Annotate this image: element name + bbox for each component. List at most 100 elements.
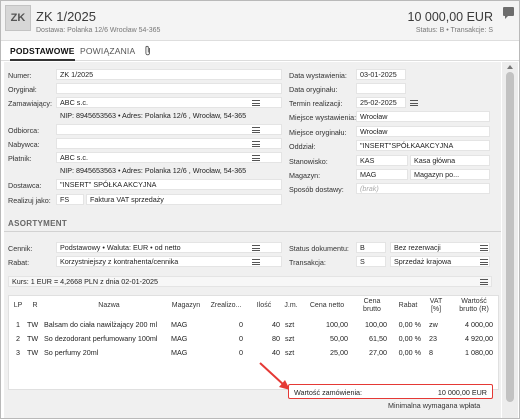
table-row[interactable]: 2 TW So dezodorant perfumowany 100ml MAG… (9, 332, 498, 345)
col-nazwa[interactable]: Nazwa (49, 302, 169, 310)
sposob-dostawy-placeholder: (brak) (360, 184, 379, 193)
col-rabat[interactable]: Rabat (393, 302, 423, 310)
oddzial-label: Oddział: (289, 142, 316, 151)
magazyn-code-field[interactable]: MAG (356, 169, 408, 180)
document-header: ZK ZK 1/2025 Dostawa: Polanka 12/6 Wrocł… (1, 1, 519, 41)
form-content: Numer: ZK 1/2025 Oryginał: Zamawiający: … (4, 62, 501, 418)
tab-powiazania[interactable]: POWIĄZANIA (80, 46, 135, 56)
col-jm[interactable]: J.m. (283, 302, 299, 310)
cell-zrealizowano: 0 (239, 348, 243, 357)
col-magazyn[interactable]: Magazyn (169, 302, 203, 310)
stanowisko-field[interactable]: Kasa główna (410, 155, 490, 166)
dostawca-field[interactable]: "INSERT" SPÓŁKA AKCYJNA (56, 179, 282, 190)
rabat-field[interactable]: Korzystniejszy z kontrahenta/cennika (56, 256, 282, 267)
cennik-field[interactable]: Podstawowy • Waluta: EUR • od netto (56, 242, 282, 253)
odbiorca-menu-icon[interactable] (252, 127, 260, 133)
cell-magazyn: MAG (171, 348, 188, 357)
cell-wartosc-brutto: 4 920,00 (465, 334, 493, 343)
cennik-menu-icon[interactable] (252, 245, 260, 251)
magazyn-field[interactable]: Magazyn po... (410, 169, 490, 180)
nabywca-field[interactable] (56, 138, 282, 149)
table-row[interactable]: 1 TW Balsam do ciała nawilżający 200 ml … (9, 318, 498, 331)
rabat-menu-icon[interactable] (252, 259, 260, 265)
col-wartosc-brutto[interactable]: Wartość brutto (R) (453, 298, 495, 314)
transakcja-menu-icon[interactable] (480, 259, 488, 265)
attachment-icon[interactable] (144, 45, 152, 56)
order-value-summary: Wartość zamówienia: 10 000,00 EUR (288, 384, 493, 399)
termin-realizacji-label: Termin realizacji: (289, 99, 343, 108)
zamawiajacy-label: Zamawiający: (8, 99, 52, 108)
zamawiajacy-detail: NIP: 8945653563 • Adres: Polanka 12/6 , … (60, 111, 247, 120)
numer-field[interactable]: ZK 1/2025 (56, 69, 282, 80)
data-oryginalu-field[interactable] (356, 83, 406, 94)
cell-cena-netto: 25,00 (330, 348, 348, 357)
cell-vat: 8 (429, 348, 433, 357)
kurs-field[interactable]: Kurs: 1 EUR = 4,2668 PLN z dnia 02-01-20… (8, 276, 492, 287)
cell-vat: 23 (429, 334, 437, 343)
status-dokumentu-menu-icon[interactable] (480, 245, 488, 251)
platnik-menu-icon[interactable] (252, 155, 260, 161)
cell-rabat: 0,00 % (398, 348, 421, 357)
realizuj-field[interactable]: Faktura VAT sprzedaży (86, 194, 282, 205)
vertical-scrollbar[interactable] (502, 62, 518, 418)
cell-cena-brutto: 27,00 (369, 348, 387, 357)
cell-wartosc-brutto: 4 000,00 (465, 320, 493, 329)
tab-podstawowe[interactable]: PODSTAWOWE (10, 46, 75, 61)
col-vat[interactable]: VAT [%] (427, 298, 445, 314)
zamawiajacy-menu-icon[interactable] (252, 100, 260, 106)
oddzial-field[interactable]: "INSERT"SPÓŁKAAKCYJNA (356, 140, 490, 151)
col-r[interactable]: R (28, 302, 42, 310)
cell-zrealizowano: 0 (239, 320, 243, 329)
cell-r: TW (27, 334, 39, 343)
col-zrealizowano[interactable]: Zrealizo... (207, 302, 245, 310)
miejsce-wystawienia-label: Miejsce wystawienia: (289, 113, 357, 122)
realizuj-code-field[interactable]: FS (56, 194, 84, 205)
termin-realizacji-menu-icon[interactable] (410, 100, 418, 106)
cell-jm: szt (285, 320, 295, 329)
data-wystawienia-field[interactable]: 03-01-2025 (356, 69, 406, 80)
miejsce-oryginalu-label: Miejsce oryginału: (289, 128, 347, 137)
comment-icon[interactable] (503, 7, 514, 19)
realizuj-label: Realizuj jako: (8, 196, 51, 205)
cell-r: TW (27, 348, 39, 357)
status-dokumentu-label: Status dokumentu: (289, 244, 349, 253)
miejsce-wystawienia-field[interactable]: Wrocław (356, 111, 490, 122)
platnik-field[interactable]: ABC s.c. (56, 152, 282, 163)
miejsce-oryginalu-field[interactable]: Wrocław (356, 126, 490, 137)
magazyn-label: Magazyn: (289, 171, 321, 180)
cell-jm: szt (285, 334, 295, 343)
cell-magazyn: MAG (171, 334, 188, 343)
tab-bar: PODSTAWOWE POWIĄZANIA (1, 42, 519, 61)
transakcja-code-field[interactable]: S (356, 256, 386, 267)
col-cena-netto[interactable]: Cena netto (305, 302, 349, 310)
col-cena-brutto[interactable]: Cena brutto (355, 298, 389, 314)
transakcja-label: Transakcja: (289, 258, 326, 267)
minimum-payment-label: Minimalna wymagana wpłata (388, 401, 481, 410)
col-ilosc[interactable]: Ilość (249, 302, 279, 310)
nabywca-menu-icon[interactable] (252, 141, 260, 147)
scroll-up-icon[interactable] (507, 65, 513, 69)
scrollbar-thumb[interactable] (506, 72, 514, 402)
cell-zrealizowano: 0 (239, 334, 243, 343)
stanowisko-label: Stanowisko: (289, 157, 328, 166)
transakcja-field[interactable]: Sprzedaż krajowa (390, 256, 490, 267)
col-lp[interactable]: LP (11, 302, 25, 310)
document-type-badge: ZK (5, 5, 31, 31)
kurs-menu-icon[interactable] (480, 279, 488, 285)
stanowisko-code-field[interactable]: KAS (356, 155, 408, 166)
cell-ilosc: 40 (272, 320, 280, 329)
document-amount: 10 000,00 EUR (407, 10, 493, 24)
cell-wartosc-brutto: 1 080,00 (465, 348, 493, 357)
odbiorca-field[interactable] (56, 124, 282, 135)
status-dokumentu-field[interactable]: Bez rezerwacji (390, 242, 490, 253)
cell-lp: 2 (16, 334, 20, 343)
sposob-dostawy-label: Sposób dostawy: (289, 185, 344, 194)
platnik-label: Płatnik: (8, 154, 32, 163)
odbiorca-label: Odbiorca: (8, 126, 40, 135)
oryginal-field[interactable] (56, 83, 282, 94)
termin-realizacji-field[interactable]: 25-02-2025 (356, 97, 406, 108)
sposob-dostawy-field[interactable]: (brak) (356, 183, 490, 194)
zamawiajacy-field[interactable]: ABC s.c. (56, 97, 282, 108)
status-dokumentu-code-field[interactable]: B (356, 242, 386, 253)
document-window: ZK ZK 1/2025 Dostawa: Polanka 12/6 Wrocł… (0, 0, 520, 419)
